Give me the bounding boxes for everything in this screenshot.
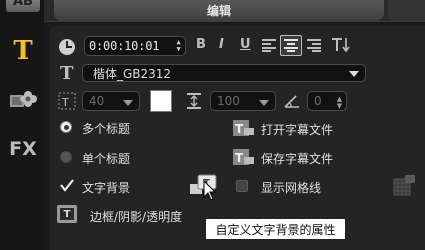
underline-button[interactable]: U <box>240 37 251 52</box>
title-tool-letter: T <box>13 36 33 66</box>
rotation-input[interactable]: 0 ▲ ▼ <box>307 91 347 111</box>
underline-label: U <box>240 37 251 52</box>
text-background-label: 文字背景 <box>82 181 131 195</box>
show-grid-label: 显示网格线 <box>261 181 322 195</box>
border-shadow-icon-inner: T <box>60 208 74 220</box>
svg-text:T: T <box>235 151 244 165</box>
rotation-value: 0 <box>314 94 322 108</box>
align-center-icon[interactable] <box>280 35 302 56</box>
chevron-down-icon <box>123 100 133 106</box>
duration-timecode-input[interactable]: 0:00:10:01 ▲ ▼ <box>84 36 186 56</box>
fx-icon[interactable]: FX <box>6 136 40 162</box>
multi-title-radio[interactable] <box>60 121 72 133</box>
svg-text:T: T <box>235 122 244 136</box>
border-shadow-icon[interactable]: T <box>57 205 77 223</box>
multi-title-label: 多个标题 <box>82 122 131 136</box>
align-left-icon[interactable] <box>262 39 276 55</box>
open-subtitle-icon[interactable]: T <box>232 119 256 140</box>
italic-label: I <box>219 37 224 52</box>
align-right-icon[interactable] <box>307 39 321 55</box>
bold-label: B <box>196 37 206 52</box>
tab-edit-label: 编辑 <box>206 4 231 18</box>
text-background-checkbox[interactable] <box>60 179 74 195</box>
svg-text:T: T <box>61 96 69 109</box>
single-title-label: 单个标题 <box>82 152 131 166</box>
single-title-radio[interactable] <box>60 151 72 163</box>
radio-dot <box>63 124 69 130</box>
line-spacing-select[interactable]: 100 <box>210 91 276 111</box>
line-spacing-icon <box>186 92 202 113</box>
rotation-spinner[interactable]: ▲ ▼ <box>336 96 343 110</box>
mouse-cursor-icon <box>203 179 217 205</box>
font-size-icon: T <box>58 92 76 113</box>
bold-button[interactable]: B <box>196 37 206 52</box>
tab-edit[interactable]: 编辑 <box>54 0 384 21</box>
chevron-down-icon <box>259 100 269 106</box>
font-select[interactable]: 楷体_GB2312 <box>82 64 366 82</box>
italic-button[interactable]: I <box>219 37 224 52</box>
save-subtitle-label[interactable]: 保存字幕文件 <box>261 150 333 167</box>
clock-icon <box>58 38 76 59</box>
rotation-angle-icon <box>284 94 300 111</box>
chevron-down-icon <box>349 71 359 77</box>
graphics-icon[interactable] <box>6 86 40 112</box>
tab-right-stub <box>388 0 425 21</box>
open-subtitle-label[interactable]: 打开字幕文件 <box>261 121 333 138</box>
ab-label: AB <box>13 0 33 9</box>
timecode-spinner[interactable]: ▲ ▼ <box>175 39 182 53</box>
ab-icon[interactable]: AB <box>6 0 40 12</box>
grid-settings-icon[interactable] <box>393 174 417 199</box>
fx-label: FX <box>9 138 37 160</box>
font-name: 楷体_GB2312 <box>93 66 172 81</box>
save-subtitle-icon[interactable]: T <box>232 148 256 169</box>
title-tool-icon[interactable]: T <box>6 36 40 66</box>
font-size-select[interactable]: 40 <box>82 91 140 111</box>
font-t-icon: T <box>60 63 74 84</box>
font-color-swatch[interactable] <box>150 90 172 112</box>
vertical-text-icon[interactable] <box>332 37 350 56</box>
tooltip: 自定义文字背景的属性 <box>205 218 346 240</box>
font-size-value: 40 <box>89 94 105 108</box>
border-shadow-label[interactable]: 边框/阴影/透明度 <box>90 208 182 225</box>
show-grid-checkbox[interactable] <box>236 180 248 192</box>
line-spacing-value: 100 <box>217 94 240 108</box>
tool-strip: AB T FX <box>0 0 44 250</box>
timecode-value: 0:00:10:01 <box>89 39 160 53</box>
